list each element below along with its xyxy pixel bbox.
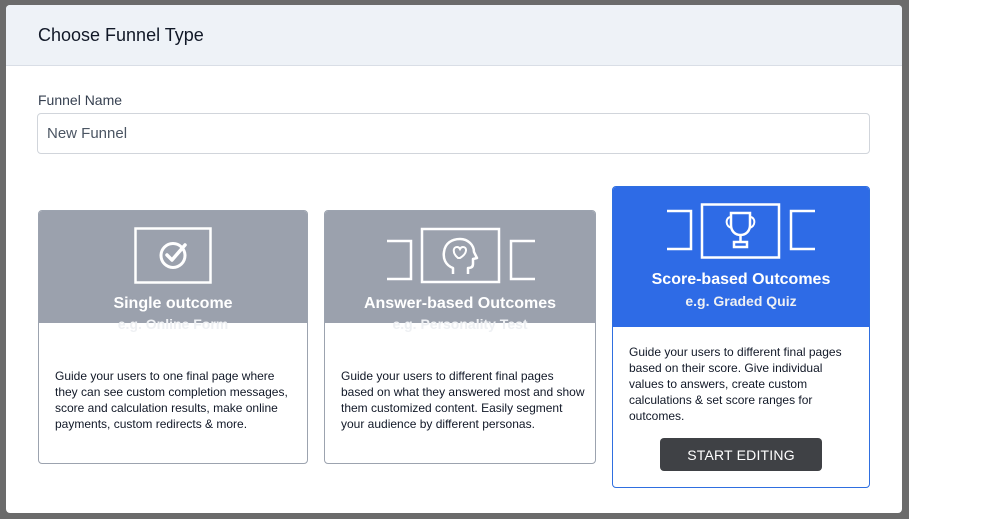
head-heart-icon bbox=[387, 227, 535, 284]
card-subtitle: e.g. Personality Test bbox=[392, 316, 528, 332]
card-title: Answer-based Outcomes bbox=[363, 295, 557, 312]
card-header: Single outcome e.g. Online Form bbox=[39, 211, 307, 332]
card-description: Guide your users to different final page… bbox=[629, 345, 842, 423]
card-answer-based-outcomes[interactable]: Answer-based Outcomes e.g. Personality T… bbox=[324, 210, 596, 464]
card-single-outcome[interactable]: Single outcome e.g. Online Form Guide yo… bbox=[38, 210, 308, 464]
start-editing-button[interactable]: START EDITING bbox=[660, 438, 822, 471]
card-subtitle: e.g. Online Form bbox=[117, 316, 229, 332]
modal-title: Choose Funnel Type bbox=[38, 24, 204, 45]
card-description: Guide your users to different final page… bbox=[341, 369, 585, 431]
card-score-based-outcomes[interactable]: Score-based Outcomes e.g. Graded Quiz Gu… bbox=[612, 186, 870, 488]
card-subtitle: e.g. Graded Quiz bbox=[685, 293, 797, 309]
trophy-icon bbox=[667, 203, 815, 259]
card-header: Answer-based Outcomes e.g. Personality T… bbox=[325, 211, 595, 332]
checkmark-icon bbox=[134, 227, 212, 284]
card-description: Guide your users to one final page where… bbox=[55, 369, 288, 431]
card-title: Score-based Outcomes bbox=[651, 271, 831, 288]
card-title: Single outcome bbox=[113, 295, 233, 312]
card-header: Score-based Outcomes e.g. Graded Quiz bbox=[613, 187, 869, 327]
modal-header: Choose Funnel Type bbox=[6, 5, 902, 66]
funnel-name-label: Funnel Name bbox=[38, 92, 123, 108]
choose-funnel-modal: Choose Funnel Type Funnel Name Single ou… bbox=[6, 5, 902, 513]
funnel-name-input[interactable] bbox=[37, 113, 870, 154]
